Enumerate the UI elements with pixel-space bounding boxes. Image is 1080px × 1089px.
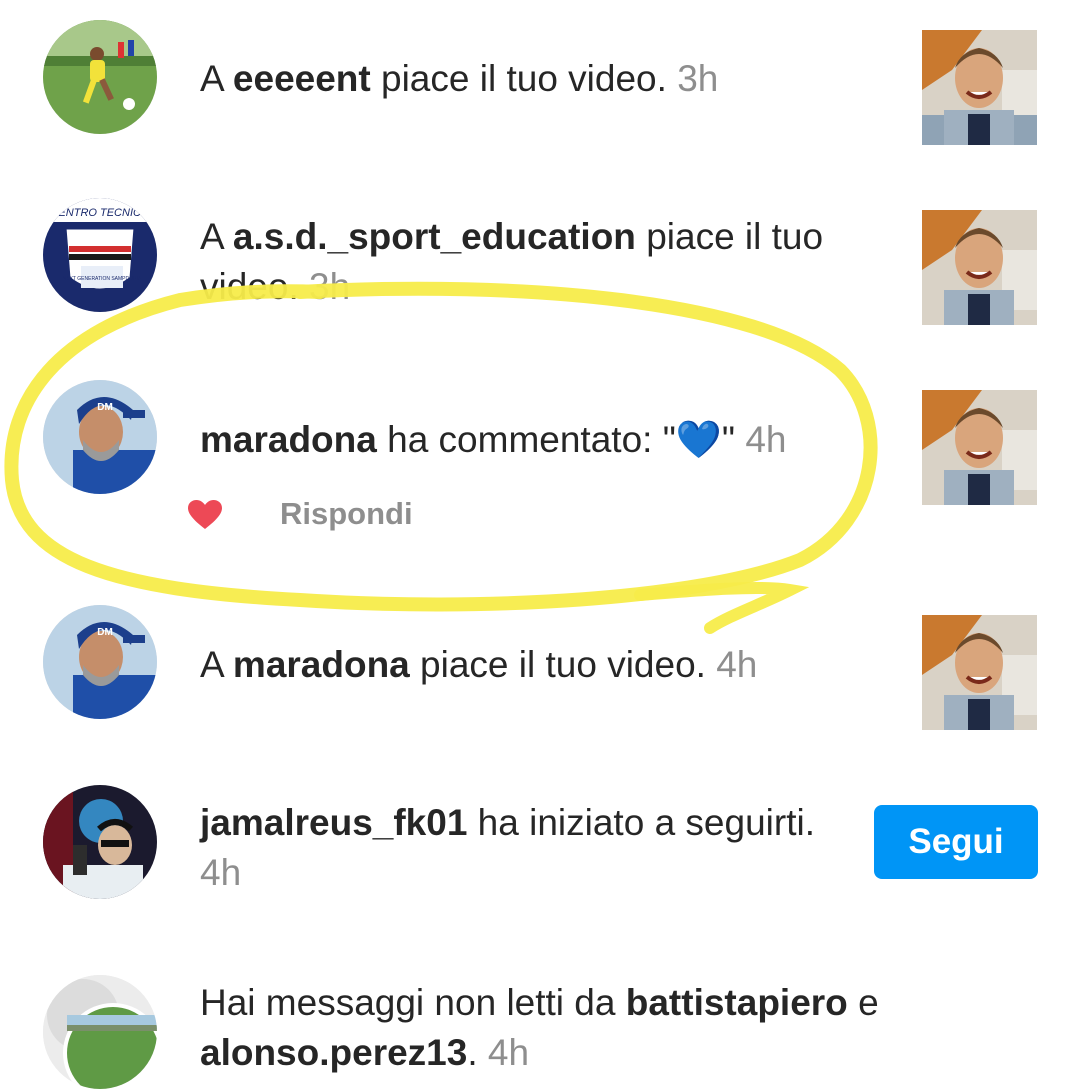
group-avatar[interactable] (43, 975, 157, 1089)
text-prefix: A (200, 58, 233, 99)
text-suffix: piace il tuo video. (370, 58, 667, 99)
cap-text: DM (97, 402, 113, 413)
video-thumbnail[interactable] (922, 210, 1037, 325)
maradona-avatar[interactable]: DM (43, 605, 157, 719)
timestamp: 4h (200, 852, 242, 893)
text-middle: e (847, 982, 879, 1023)
timestamp: 3h (666, 58, 719, 99)
notification-text: maradona ha commentato: "💙" 4h (200, 415, 890, 465)
video-thumbnail[interactable] (922, 615, 1037, 730)
eeeeent-avatar[interactable] (43, 20, 157, 134)
notification-text: jamalreus_fk01 ha iniziato a seguirti. 4… (200, 798, 860, 898)
reply-button[interactable]: Rispondi (280, 496, 413, 532)
notification-text: A a.s.d._sport_education piace il tuo vi… (200, 212, 890, 312)
text-prefix: A (200, 644, 233, 685)
liked-heart-icon[interactable] (188, 500, 222, 530)
logo-top-text: CENTRO TECNICO (51, 207, 150, 219)
timestamp: 4h (735, 419, 787, 460)
blue-heart-emoji: 💙 (675, 419, 722, 460)
follow-button[interactable]: Segui (874, 805, 1038, 879)
username-link[interactable]: a.s.d._sport_education (233, 216, 636, 257)
text-prefix: Hai messaggi non letti da (200, 982, 626, 1023)
notification-text: A eeeeent piace il tuo video. 3h (200, 54, 890, 104)
username-link[interactable]: maradona (233, 644, 410, 685)
username-link[interactable]: battistapiero (626, 982, 848, 1023)
username-link[interactable]: alonso.perez13 (200, 1032, 467, 1073)
video-thumbnail[interactable] (922, 390, 1037, 505)
logo-badge-text: NEXT GENERATION SAMPDORIA (63, 276, 142, 282)
text-suffix: ha commentato: " (376, 419, 676, 460)
cap-text: DM (97, 627, 113, 638)
text-prefix: A (200, 216, 233, 257)
notification-text: A maradona piace il tuo video. 4h (200, 640, 890, 690)
timestamp: 4h (705, 644, 758, 685)
text-suffix: ha iniziato a seguirti. (467, 802, 815, 843)
timestamp: 3h (298, 266, 351, 307)
timestamp: 4h (477, 1032, 530, 1073)
yellow-highlight-circle (4, 281, 878, 634)
username-link[interactable]: jamalreus_fk01 (200, 802, 467, 843)
notification-text: Hai messaggi non letti da battistapiero … (200, 978, 890, 1078)
close-quote: " (721, 419, 736, 460)
video-thumbnail[interactable] (922, 30, 1037, 145)
centro-tecnico-logo-avatar[interactable]: CENTRO TECNICO NEXT GENERATION SAMPDORIA (43, 198, 157, 312)
username-link[interactable]: eeeeent (233, 58, 371, 99)
dj-avatar[interactable] (43, 785, 157, 899)
username-link[interactable]: maradona (200, 419, 377, 460)
text-suffix: . (467, 1032, 478, 1073)
maradona-avatar[interactable]: DM (43, 380, 157, 494)
text-suffix: piace il tuo video. (409, 644, 706, 685)
